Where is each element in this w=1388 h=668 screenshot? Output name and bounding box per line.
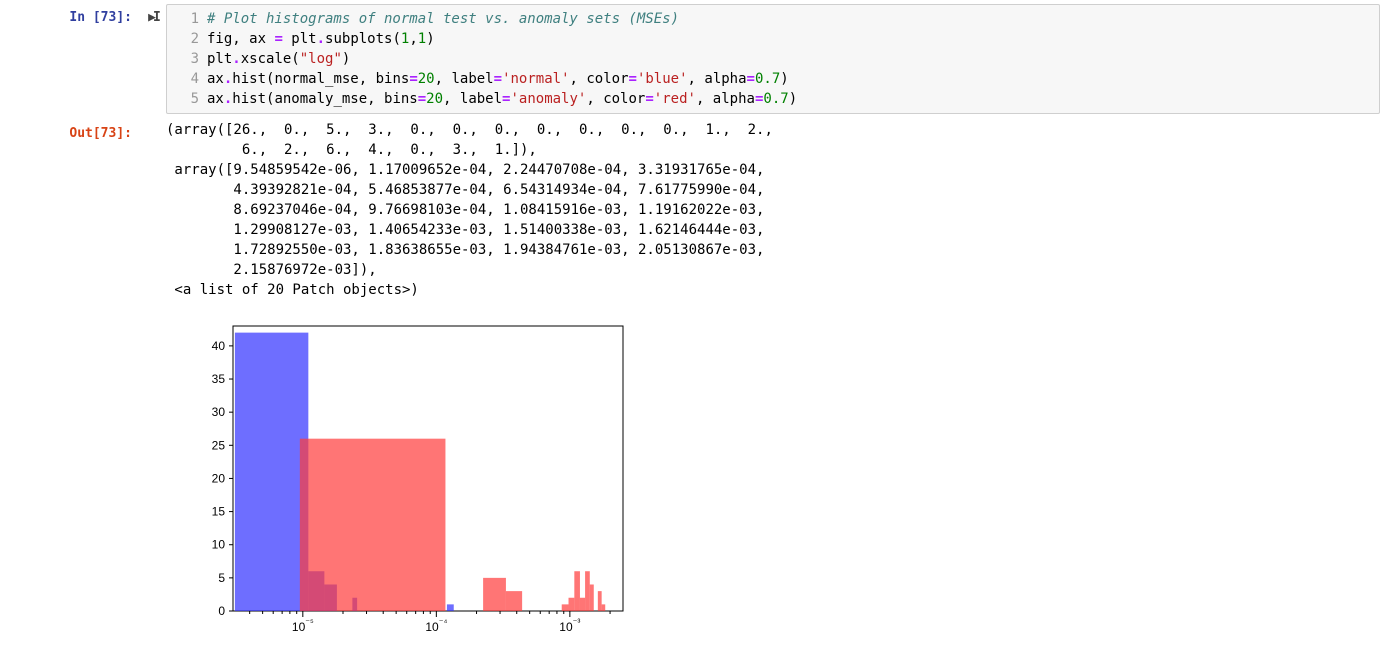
run-icon: ▶I: [148, 10, 158, 25]
code-token: 'red': [654, 91, 696, 107]
svg-text:10: 10: [212, 538, 226, 552]
input-cell: In [73]: ▶I 1 # Plot histograms of norma…: [0, 0, 1388, 114]
code-token: # Plot histograms of normal test vs. ano…: [207, 11, 679, 27]
code-token: 'blue': [637, 71, 688, 87]
code-editor[interactable]: 1 # Plot histograms of normal test vs. a…: [166, 4, 1380, 114]
code-token: =: [409, 71, 417, 87]
code-token: ax: [207, 91, 224, 107]
code-token: =: [274, 31, 282, 47]
code-token: 'anomaly': [510, 91, 586, 107]
line-number: 4: [167, 69, 207, 89]
code-token: , label: [443, 91, 502, 107]
svg-text:15: 15: [212, 505, 226, 519]
svg-text:0: 0: [218, 604, 225, 618]
code-token: .: [317, 31, 325, 47]
code-line: 4 ax.hist(normal_mse, bins=20, label='no…: [167, 69, 1379, 89]
code-token: 1: [418, 31, 426, 47]
code-token: , label: [435, 71, 494, 87]
output-prompt: Out[73]:: [0, 120, 140, 141]
code-token: "log": [300, 51, 342, 67]
line-number: 5: [167, 89, 207, 109]
svg-text:10⁻⁴: 10⁻⁴: [425, 617, 447, 634]
code-token: 20: [418, 71, 435, 87]
line-number: 2: [167, 29, 207, 49]
code-token: plt: [283, 31, 317, 47]
histogram-plot: 0 5 10 15 20 25 30 35 40 10⁻⁵ 10⁻⁴ 10⁻³: [178, 316, 638, 646]
code-token: hist(normal_mse, bins: [232, 71, 409, 87]
code-token: 20: [426, 91, 443, 107]
svg-text:30: 30: [212, 405, 226, 419]
code-line: 1 # Plot histograms of normal test vs. a…: [167, 9, 1379, 29]
code-token: , color: [586, 91, 645, 107]
run-cell-button[interactable]: ▶I: [140, 4, 166, 25]
code-token: 0.7: [763, 91, 788, 107]
svg-text:10⁻³: 10⁻³: [559, 617, 580, 634]
code-token: hist(anomaly_mse, bins: [232, 91, 417, 107]
plot-row: 0 5 10 15 20 25 30 35 40 10⁻⁵ 10⁻⁴ 10⁻³: [0, 300, 1388, 646]
code-token: =: [418, 91, 426, 107]
plot-svg: 0 5 10 15 20 25 30 35 40 10⁻⁵ 10⁻⁴ 10⁻³: [178, 316, 638, 646]
code-token: =: [494, 71, 502, 87]
code-token: .: [232, 51, 240, 67]
output-text: (array([26., 0., 5., 3., 0., 0., 0., 0.,…: [166, 120, 1388, 300]
code-token: ): [789, 91, 797, 107]
svg-text:25: 25: [212, 438, 226, 452]
code-token: , alpha: [696, 91, 755, 107]
code-token: ): [780, 71, 788, 87]
code-line: 5 ax.hist(anomaly_mse, bins=20, label='a…: [167, 89, 1379, 109]
code-token: 'normal': [502, 71, 569, 87]
line-number: 1: [167, 9, 207, 29]
code-token: 0.7: [755, 71, 780, 87]
output-prompt-label: Out[73]:: [69, 126, 132, 141]
code-token: xscale(: [241, 51, 300, 67]
svg-text:35: 35: [212, 372, 226, 386]
line-number: 3: [167, 49, 207, 69]
input-prompt: In [73]:: [0, 4, 140, 25]
code-line: 3 plt.xscale("log"): [167, 49, 1379, 69]
code-token: ): [342, 51, 350, 67]
code-token: ,: [409, 31, 417, 47]
code-token: ax: [207, 71, 224, 87]
code-token: =: [629, 71, 637, 87]
svg-text:10⁻⁵: 10⁻⁵: [292, 617, 314, 634]
code-token: ): [426, 31, 434, 47]
svg-text:5: 5: [218, 571, 225, 585]
code-token: , color: [570, 71, 629, 87]
code-token: , alpha: [688, 71, 747, 87]
code-token: fig, ax: [207, 31, 274, 47]
svg-text:20: 20: [212, 471, 226, 485]
code-token: =: [747, 71, 755, 87]
code-token: subplots(: [325, 31, 401, 47]
code-token: plt: [207, 51, 232, 67]
code-line: 2 fig, ax = plt.subplots(1,1): [167, 29, 1379, 49]
input-prompt-label: In [73]:: [69, 10, 132, 25]
output-cell: Out[73]: (array([26., 0., 5., 3., 0., 0.…: [0, 114, 1388, 300]
svg-text:40: 40: [212, 339, 226, 353]
code-token: =: [645, 91, 653, 107]
